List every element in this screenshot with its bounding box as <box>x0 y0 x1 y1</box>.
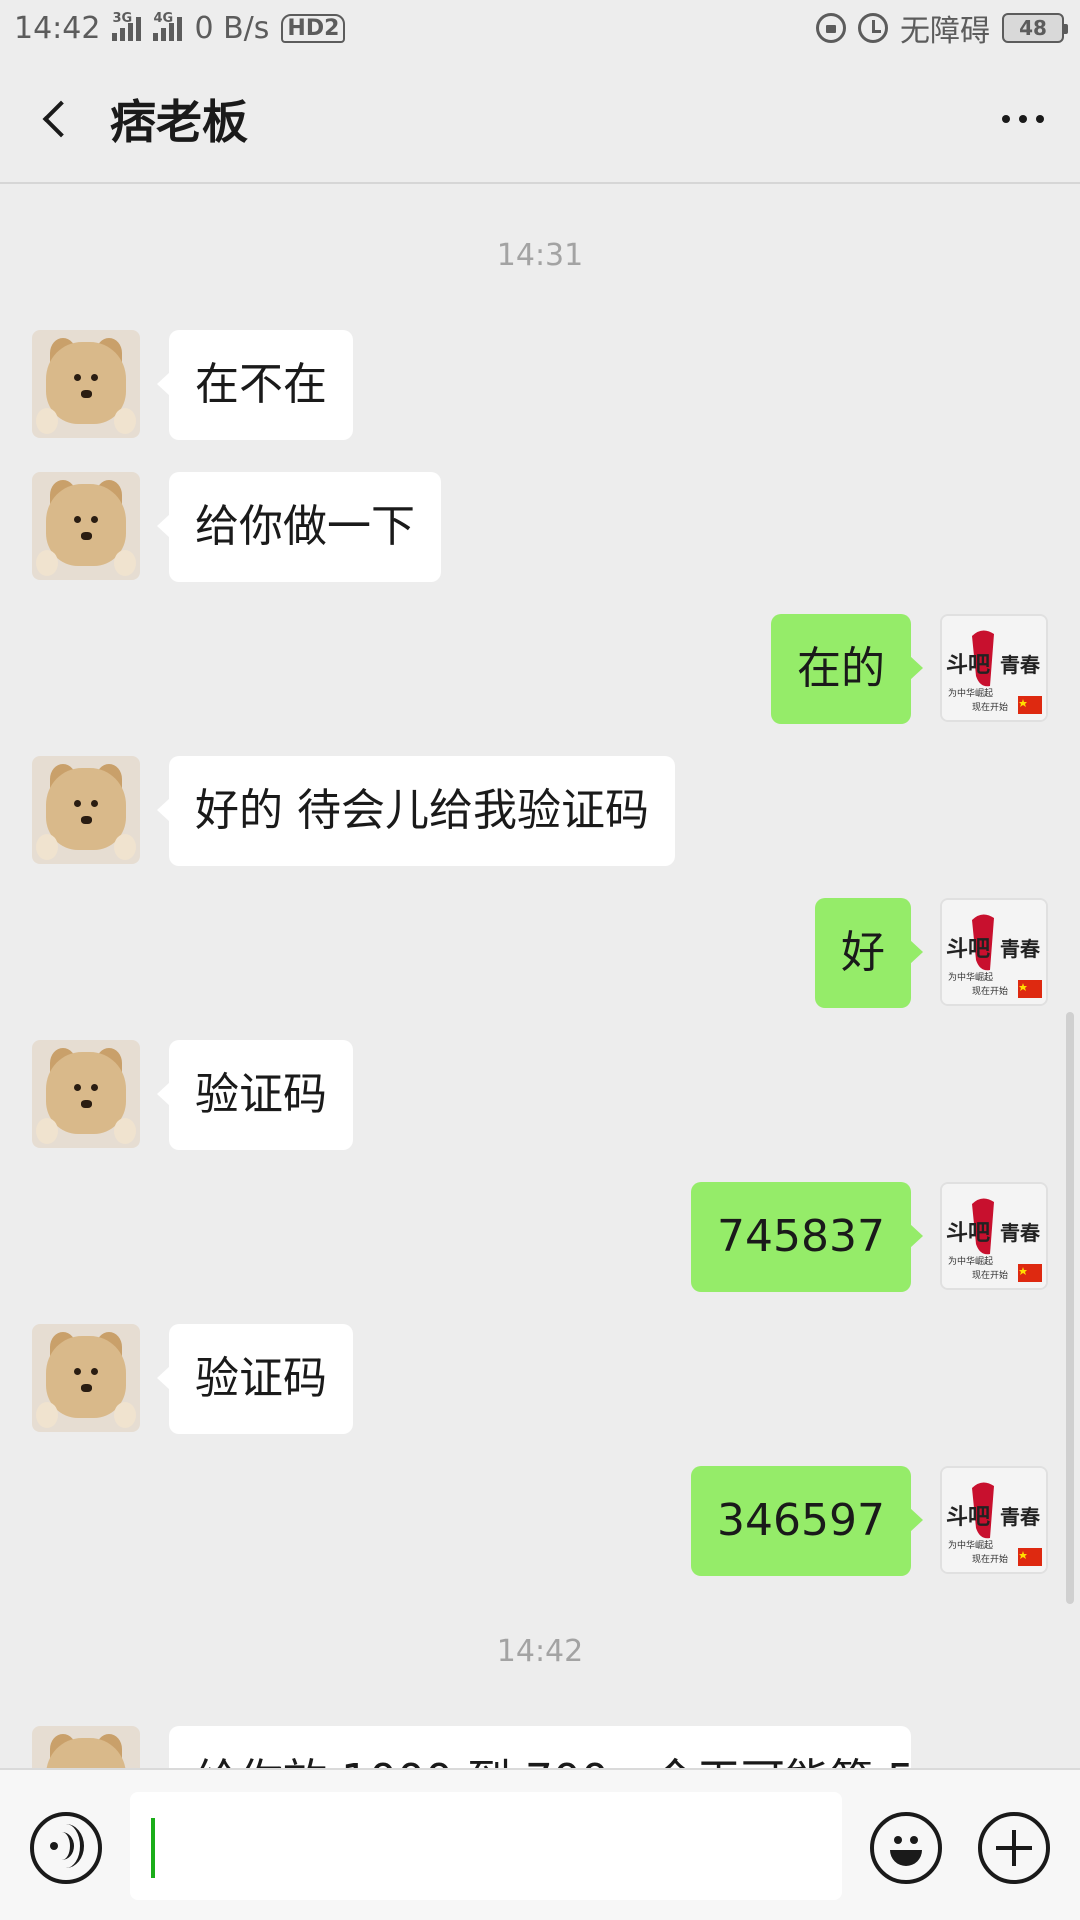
svg-text:现在开始: 现在开始 <box>972 1553 1008 1564</box>
signal-4g-label: 4G <box>153 11 174 26</box>
svg-text:青春: 青春 <box>1000 653 1041 677</box>
status-time: 14:42 <box>14 10 101 46</box>
hd-voice-icon: HD2 <box>281 13 346 43</box>
svg-text:青春: 青春 <box>1000 937 1041 961</box>
emoji-icon <box>894 1836 902 1844</box>
text-cursor <box>151 1818 155 1878</box>
emoji-button[interactable] <box>870 1812 942 1884</box>
signal-3g-label: 3G <box>112 11 133 26</box>
chat-title: 痞老板 <box>110 95 248 149</box>
contact-avatar[interactable] <box>32 472 140 580</box>
message-row-partial: 给你放 1000 到 700，今天可能第 5 <box>0 1726 1080 1768</box>
message-bubble-incoming[interactable]: 验证码 <box>157 1324 353 1434</box>
input-bar <box>0 1768 1080 1920</box>
message-bubble-incoming[interactable]: 验证码 <box>157 1040 353 1150</box>
message-input[interactable] <box>130 1792 842 1900</box>
message-row: 验证码 <box>0 1040 1080 1150</box>
message-bubble-incoming[interactable]: 给你放 1000 到 700，今天可能第 5 <box>169 1726 911 1768</box>
svg-text:斗吧: 斗吧 <box>946 652 990 677</box>
signal-4g-icon: 4G <box>153 11 183 41</box>
svg-text:现在开始: 现在开始 <box>972 985 1008 996</box>
rotation-lock-icon <box>816 13 846 43</box>
timestamp: 14:42 <box>496 1634 584 1669</box>
battery-icon: 48 <box>1002 13 1068 43</box>
svg-text:青春: 青春 <box>1000 1505 1041 1529</box>
svg-text:斗吧: 斗吧 <box>946 1220 990 1245</box>
message-bubble-incoming[interactable]: 给你做一下 <box>157 472 441 582</box>
self-avatar[interactable]: 斗吧 青春 为中华崛起 现在开始 <box>940 898 1048 1006</box>
message-row: 验证码 <box>0 1324 1080 1434</box>
svg-text:为中华崛起: 为中华崛起 <box>948 687 993 698</box>
self-avatar[interactable]: 斗吧 青春 为中华崛起 现在开始 <box>940 1182 1048 1290</box>
message-row: 好的 待会儿给我验证码 <box>0 756 1080 866</box>
contact-avatar[interactable] <box>32 1324 140 1432</box>
svg-text:斗吧: 斗吧 <box>946 936 990 961</box>
more-dots-icon <box>1002 115 1010 123</box>
chevron-left-icon <box>42 100 80 138</box>
message-row: 斗吧 青春 为中华崛起 现在开始 好 <box>0 898 1080 1008</box>
message-bubble-outgoing[interactable]: 745837 <box>691 1182 923 1292</box>
message-row: 斗吧 青春 为中华崛起 现在开始 在的 <box>0 614 1080 724</box>
message-bubble-incoming[interactable]: 好的 待会儿给我验证码 <box>157 756 675 866</box>
svg-text:青春: 青春 <box>1000 1221 1041 1245</box>
contact-avatar[interactable] <box>32 330 140 438</box>
message-row: 给你做一下 <box>0 472 1080 582</box>
contact-avatar[interactable] <box>32 1040 140 1148</box>
message-row: 斗吧 青春 为中华崛起 现在开始 346597 <box>0 1466 1080 1576</box>
self-avatar[interactable]: 斗吧 青春 为中华崛起 现在开始 <box>940 614 1048 722</box>
network-speed: 0 B/s <box>194 10 270 46</box>
message-row: 在不在 <box>0 330 1080 440</box>
scrollbar[interactable] <box>1066 1012 1074 1604</box>
status-left: 14:42 3G 4G 0 B/s HD2 <box>14 10 346 46</box>
message-bubble-outgoing[interactable]: 好 <box>815 898 923 1008</box>
message-row: 斗吧 青春 为中华崛起 现在开始 745837 <box>0 1182 1080 1292</box>
svg-text:为中华崛起: 为中华崛起 <box>948 1539 993 1550</box>
status-right: 无障碍 48 <box>816 6 1068 50</box>
voice-button[interactable] <box>30 1812 102 1884</box>
more-button[interactable] <box>968 55 1078 183</box>
svg-text:为中华崛起: 为中华崛起 <box>948 971 993 982</box>
accessibility-label: 无障碍 <box>900 14 990 49</box>
message-bubble-outgoing[interactable]: 346597 <box>691 1466 923 1576</box>
timestamp: 14:31 <box>496 238 584 273</box>
message-list[interactable]: 14:31 在不在 给你做一下 斗吧 青春 为中华崛起 现在开始 在的 好的 待… <box>0 186 1080 1768</box>
status-bar: 14:42 3G 4G 0 B/s HD2 无障碍 48 <box>0 0 1080 56</box>
svg-text:现在开始: 现在开始 <box>972 701 1008 712</box>
self-avatar[interactable]: 斗吧 青春 为中华崛起 现在开始 <box>940 1466 1048 1574</box>
chat-header: 痞老板 <box>0 56 1080 184</box>
signal-3g-icon: 3G <box>112 11 142 41</box>
svg-text:斗吧: 斗吧 <box>946 1504 990 1529</box>
alarm-icon <box>858 13 888 43</box>
back-button[interactable] <box>4 55 104 183</box>
message-bubble-incoming[interactable]: 在不在 <box>157 330 353 440</box>
plus-button[interactable] <box>978 1812 1050 1884</box>
svg-text:为中华崛起: 为中华崛起 <box>948 1255 993 1266</box>
message-bubble-outgoing[interactable]: 在的 <box>771 614 923 724</box>
svg-text:现在开始: 现在开始 <box>972 1269 1008 1280</box>
contact-avatar[interactable] <box>32 756 140 864</box>
contact-avatar[interactable] <box>32 1726 140 1768</box>
